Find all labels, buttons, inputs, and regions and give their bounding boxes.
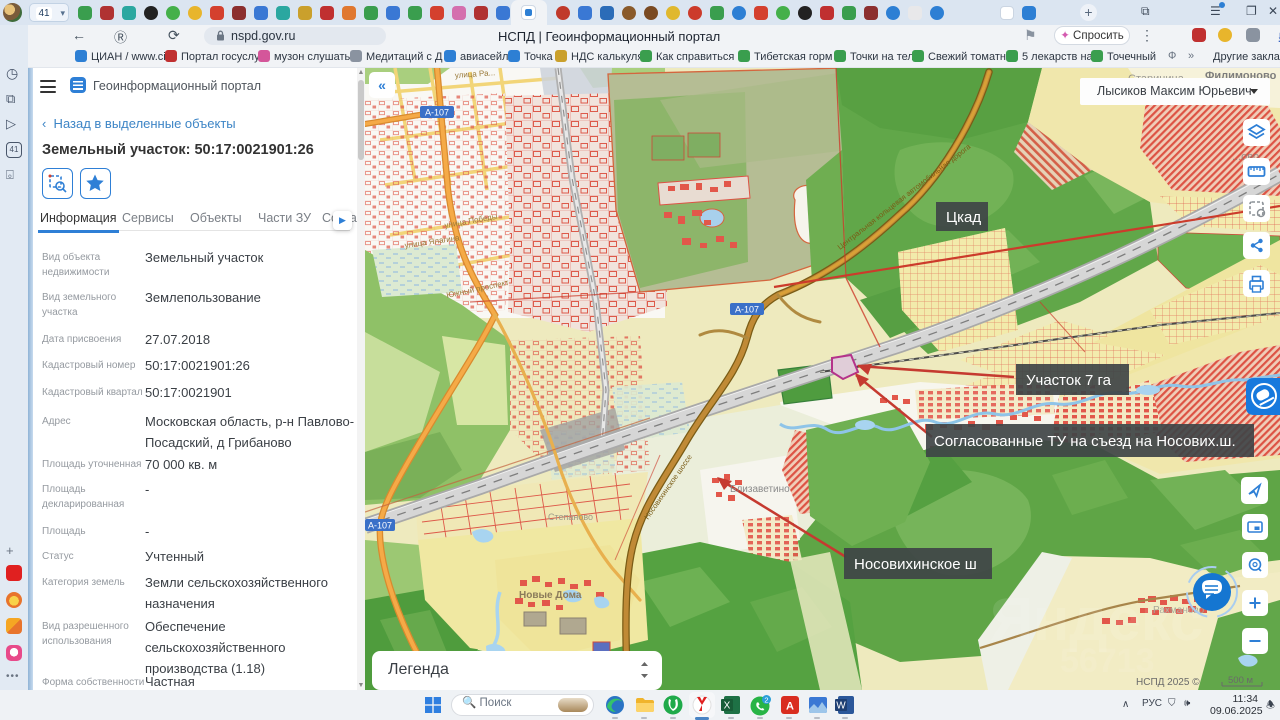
svg-text:W: W [836,701,846,712]
svg-text:А-107: А-107 [735,305,759,315]
svg-text:А-107: А-107 [368,521,392,531]
svg-text:НСПД 2025 ©: НСПД 2025 © [1136,677,1200,688]
svg-text:А-107: А-107 [425,108,449,118]
svg-text:Участок 7 га: Участок 7 га [1026,372,1112,389]
svg-text:«: « [378,77,386,93]
svg-text:Новые Дома: Новые Дома [519,590,582,601]
svg-text:Лысиков Максим Юрьевич: Лысиков Максим Юрьевич [1097,84,1252,98]
svg-text:500 м: 500 м [1228,675,1253,686]
svg-text:56713: 56713 [1060,642,1155,680]
svg-text:A: A [786,701,794,713]
svg-text:X: X [724,701,731,712]
svg-text:2: 2 [764,695,768,704]
svg-text:Легенда: Легенда [388,661,449,678]
svg-text:Носовихинское ш: Носовихинское ш [854,556,977,573]
svg-text:Близаветино: Близаветино [730,484,790,495]
svg-text:Цкад: Цкад [946,209,981,226]
svg-text:Согласованные ТУ на съезд на Н: Согласованные ТУ на съезд на Носових.ш. [934,433,1236,450]
svg-text:Степаново: Степаново [548,512,593,522]
